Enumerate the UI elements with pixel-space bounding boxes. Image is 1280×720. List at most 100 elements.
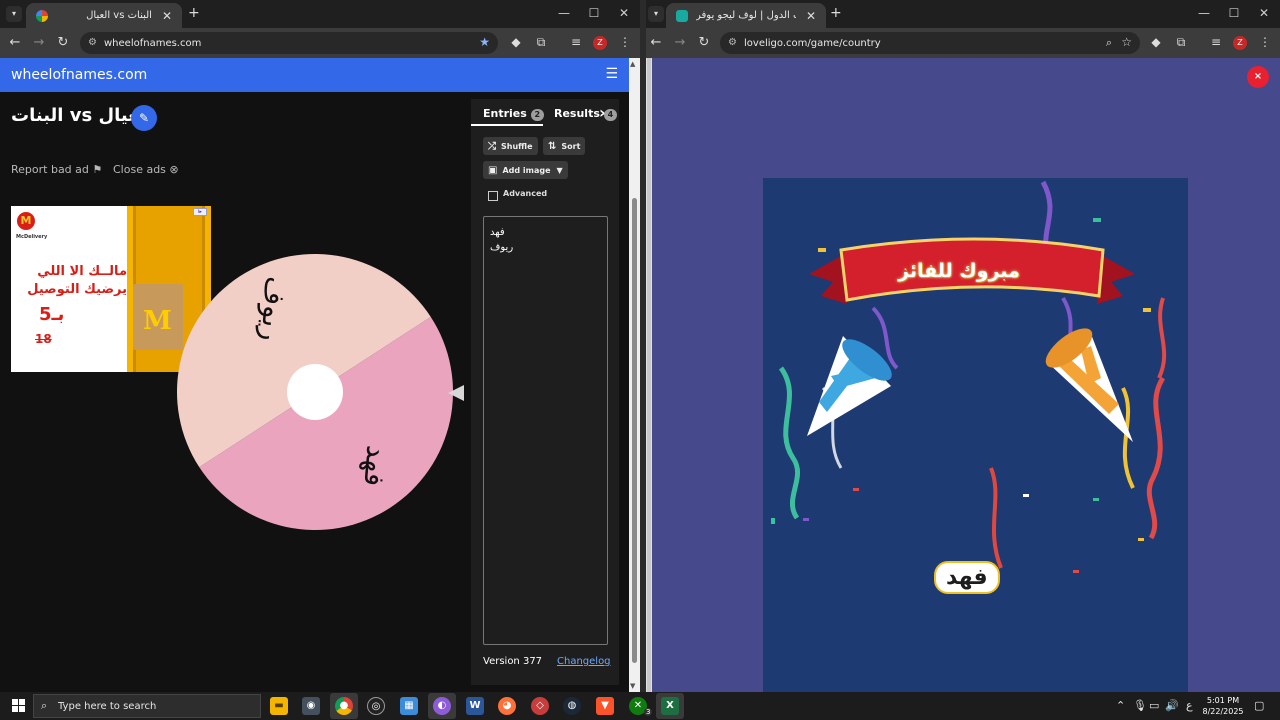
add-image-button[interactable]: ▣ Add image ▼ — [483, 161, 568, 179]
address-bar[interactable]: ⚙ wheelofnames.com ★ — [80, 32, 498, 54]
back-icon[interactable]: ← — [648, 35, 664, 50]
hamburger-menu-icon[interactable]: ☰ — [605, 66, 618, 82]
tab-wheelofnames[interactable]: العيال vs البنات ✕ — [26, 3, 182, 28]
close-window-icon[interactable]: ✕ — [1256, 6, 1272, 20]
tab-search-icon[interactable]: ▾ — [6, 6, 22, 22]
tab-search-icon[interactable]: ▾ — [648, 6, 664, 22]
site-info-icon[interactable]: ⚙ — [728, 37, 737, 48]
scrollbar-thumb[interactable] — [647, 58, 651, 692]
discord-like-app-icon[interactable]: ◉ — [302, 697, 320, 715]
tab-loveligo[interactable]: لعبة حرب الدول | لوف ليجو يوفر ✕ — [666, 3, 826, 28]
entries-textarea[interactable]: فهد ريوف — [483, 216, 608, 645]
puzzle-icon[interactable]: ⧉ — [533, 35, 549, 50]
word-icon[interactable]: W — [466, 697, 484, 715]
chevron-right-icon[interactable]: › — [599, 103, 606, 122]
shuffle-button[interactable]: ⤮ Shuffle — [483, 137, 538, 155]
new-tab-icon[interactable]: + — [830, 5, 842, 21]
reading-list-icon[interactable]: ≡ — [568, 35, 584, 49]
forward-icon[interactable]: → — [672, 35, 688, 50]
changelog-link[interactable]: Changelog — [557, 656, 611, 667]
ad-choices-icon[interactable]: i▸ — [193, 208, 207, 216]
network-icon[interactable]: ▭ — [1149, 699, 1159, 712]
close-window-icon[interactable]: ✕ — [616, 6, 632, 20]
minimize-icon[interactable]: — — [556, 6, 572, 20]
file-explorer-icon[interactable]: ▬ — [270, 697, 288, 715]
tab-results[interactable]: Results 4 — [554, 107, 617, 121]
page-scrollbar[interactable]: ▲ ▼ — [629, 58, 640, 692]
url-text: wheelofnames.com — [104, 37, 202, 49]
chevron-up-icon[interactable]: ⌃ — [1116, 699, 1125, 712]
advanced-checkbox[interactable] — [488, 191, 498, 201]
browser-toolbar: ← → ↻ ⚙ wheelofnames.com ★ ◆ ⧉ ≡ Z ⋮ — [0, 28, 640, 58]
wheel-hub[interactable] — [287, 364, 343, 420]
ad-line-2: يرضيك التوصيل — [27, 282, 127, 297]
url-text: loveligo.com/game/country — [744, 37, 881, 49]
kebab-menu-icon[interactable]: ⋮ — [1257, 35, 1273, 49]
version-text: Version 377 — [483, 656, 543, 667]
page-scrollbar[interactable] — [646, 58, 652, 692]
ad-brand: McDelivery — [16, 234, 48, 240]
bookmark-star-icon[interactable]: ☆ — [1121, 35, 1132, 49]
forward-icon[interactable]: → — [31, 35, 47, 50]
confetti-artwork — [771, 180, 1167, 573]
volume-icon[interactable]: 🔊 — [1165, 699, 1179, 712]
wheel-segment-label: فهد — [357, 444, 393, 488]
scrollbar-thumb[interactable] — [632, 198, 637, 663]
taskbar-search-box[interactable]: ⌕ Type here to search — [33, 694, 261, 718]
tab-entries[interactable]: Entries 2 — [483, 107, 544, 121]
scroll-up-icon[interactable]: ▲ — [630, 60, 635, 68]
loveligo-favicon — [676, 9, 688, 22]
ad-price: بـ5 — [39, 304, 65, 325]
close-ads-link[interactable]: Close ads ⊗ — [113, 163, 179, 176]
reload-icon[interactable]: ↻ — [696, 35, 712, 50]
scroll-down-icon[interactable]: ▼ — [630, 682, 635, 690]
site-info-icon[interactable]: ⚙ — [88, 37, 97, 48]
maximize-icon[interactable]: ☐ — [586, 6, 602, 20]
entries-tab-label: Entries — [483, 107, 527, 120]
maximize-icon[interactable]: ☐ — [1226, 6, 1242, 20]
zoom-icon[interactable]: ⌕ — [1106, 36, 1112, 50]
notifications-icon[interactable]: ▢ — [1254, 699, 1264, 712]
brave-icon[interactable]: ▼ — [596, 697, 614, 715]
extension-icon[interactable]: ◆ — [508, 35, 524, 49]
profile-avatar[interactable]: Z — [593, 36, 607, 50]
puzzle-icon[interactable]: ⧉ — [1173, 35, 1189, 50]
report-bad-ad-link[interactable]: Report bad ad ⚑ — [11, 163, 102, 176]
close-tab-icon[interactable]: ✕ — [162, 9, 172, 23]
firefox-icon[interactable]: ◕ — [498, 697, 516, 715]
close-tab-icon[interactable]: ✕ — [806, 9, 816, 23]
kebab-menu-icon[interactable]: ⋮ — [617, 35, 633, 49]
vpn-app-icon[interactable]: ◇ — [531, 697, 549, 715]
bookmark-star-icon[interactable]: ★ — [479, 35, 490, 49]
shuffle-icon: ⤮ — [488, 140, 496, 152]
store-icon[interactable]: ▦ — [400, 697, 418, 715]
taskbar-clock[interactable]: 5:01 PM 8/22/2025 — [1196, 695, 1250, 717]
ad-old-price: 18 — [35, 332, 52, 346]
minimize-icon[interactable]: — — [1196, 6, 1212, 20]
party-cone-left — [807, 336, 892, 436]
microphone-icon[interactable]: 🎙 — [1133, 699, 1147, 712]
active-tab-indicator — [471, 124, 543, 126]
close-popup-button[interactable]: × — [1247, 66, 1269, 88]
windows-start-icon[interactable] — [12, 699, 26, 713]
chrome-icon[interactable]: ● — [335, 697, 353, 715]
language-indicator[interactable]: ع — [1186, 699, 1193, 712]
site-brand[interactable]: wheelofnames.com — [11, 67, 147, 83]
new-tab-icon[interactable]: + — [188, 5, 200, 21]
reading-list-icon[interactable]: ≡ — [1208, 35, 1224, 49]
sort-button[interactable]: ⇅ Sort — [543, 137, 586, 155]
reload-icon[interactable]: ↻ — [55, 35, 71, 50]
edit-title-pencil-icon[interactable]: ✎ — [131, 105, 157, 131]
image-icon: ▣ — [488, 164, 498, 176]
steam-icon[interactable]: ◍ — [563, 697, 581, 715]
app-purple-icon[interactable]: ◐ — [433, 697, 451, 715]
obs-icon[interactable]: ◎ — [367, 697, 385, 715]
spinning-wheel[interactable]: ريوف فهد — [176, 253, 454, 531]
extension-icon[interactable]: ◆ — [1148, 35, 1164, 49]
address-bar[interactable]: ⚙ loveligo.com/game/country ⌕ ☆ — [720, 32, 1140, 54]
back-icon[interactable]: ← — [7, 35, 23, 50]
right-browser-window: ▾ لعبة حرب الدول | لوف ليجو يوفر ✕ + — ☐… — [646, 0, 1280, 692]
profile-avatar[interactable]: Z — [1233, 36, 1247, 50]
excel-icon[interactable]: X — [661, 697, 679, 715]
search-icon: ⌕ — [41, 699, 48, 712]
